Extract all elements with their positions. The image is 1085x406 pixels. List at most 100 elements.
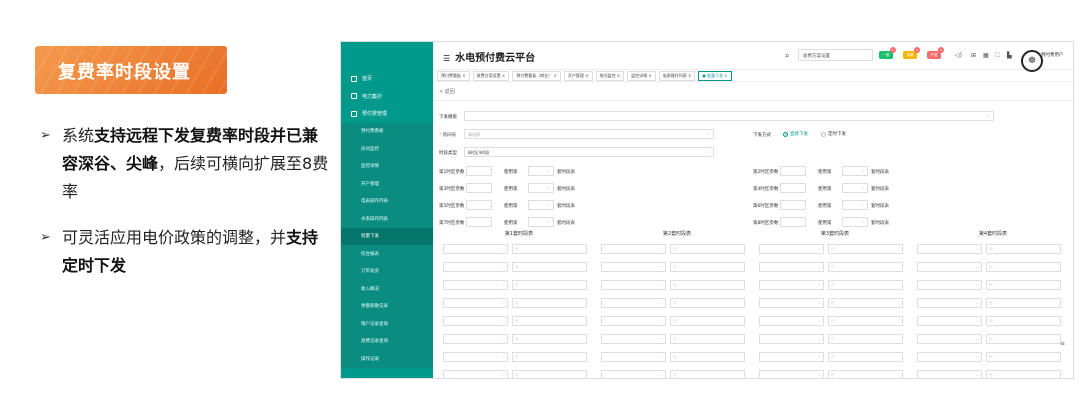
room-select[interactable]: 请选择 ⌵ [464, 129, 714, 139]
time-select[interactable]: ⌵ [601, 244, 666, 254]
zone-param-input[interactable] [466, 183, 492, 193]
time-input[interactable]: ◷ [512, 352, 587, 362]
sidebar-subitem[interactable]: 收入概况 [341, 280, 433, 298]
sidebar-subitem[interactable]: 开户管理 [341, 175, 433, 193]
zone-table-select[interactable]: ⌵ [528, 217, 554, 227]
zone-table-select[interactable]: ⌵ [528, 166, 554, 176]
zone-param-input[interactable] [780, 217, 806, 227]
period-select[interactable]: 8时区4时段 ⌵ [464, 147, 714, 157]
time-input[interactable]: ◷ [828, 352, 903, 362]
sidebar-subitem[interactable]: 水表操作列表 [341, 210, 433, 228]
time-input[interactable]: ◷ [512, 316, 587, 326]
template-select[interactable]: ⌵ [464, 111, 994, 121]
time-select[interactable]: ⌵ [601, 334, 666, 344]
time-select[interactable]: ⌵ [917, 334, 982, 344]
time-select[interactable]: ⌵ [917, 316, 982, 326]
time-input[interactable]: ◷ [828, 262, 903, 272]
zone-table-select[interactable]: ⌵ [842, 217, 868, 227]
time-input[interactable]: ◷ [670, 352, 745, 362]
zone-param-input[interactable] [466, 200, 492, 210]
menu-icon[interactable]: ☰ [443, 54, 450, 63]
time-select[interactable]: ⌵ [601, 298, 666, 308]
time-select[interactable]: ⌵ [601, 352, 666, 362]
time-select[interactable]: ⌵ [917, 352, 982, 362]
time-input[interactable]: ◷ [828, 316, 903, 326]
translate-icon[interactable]: ▙ [1007, 52, 1012, 59]
time-select[interactable]: ⌵ [443, 280, 508, 290]
radio-timed[interactable]: 定时下发 [821, 131, 846, 137]
time-input[interactable]: ◷ [670, 280, 745, 290]
sound-icon[interactable]: ◁) [955, 52, 962, 59]
sidebar-subitem[interactable]: 预付费看板 [341, 122, 433, 140]
time-input[interactable]: ◷ [986, 316, 1061, 326]
time-input[interactable]: ◷ [986, 352, 1061, 362]
menu-lines-icon[interactable]: ≡ [1060, 340, 1065, 347]
time-input[interactable]: ◷ [512, 280, 587, 290]
user-name[interactable]: 预付费用户 [1041, 52, 1064, 58]
sidebar-subitem[interactable]: 批量下发 [341, 227, 433, 245]
time-input[interactable]: ◷ [828, 280, 903, 290]
time-select[interactable]: ⌵ [759, 334, 824, 344]
tab-item[interactable]: 预付费看板（商业） × [512, 70, 561, 81]
time-select[interactable]: ⌵ [443, 262, 508, 272]
time-input[interactable]: ◷ [986, 334, 1061, 344]
qr-icon[interactable]: ▦ [983, 52, 989, 59]
tab-item[interactable]: 监控详情 × [627, 70, 656, 81]
zone-table-select[interactable]: ⌵ [528, 183, 554, 193]
time-select[interactable]: ⌵ [443, 298, 508, 308]
sidebar-subitem[interactable]: 综合报表 [341, 245, 433, 263]
time-input[interactable]: ◷ [986, 370, 1061, 378]
sidebar-subitem[interactable]: 电表操作列表 [341, 192, 433, 210]
zone-table-select[interactable]: ⌵ [842, 166, 868, 176]
time-select[interactable]: ⌵ [601, 316, 666, 326]
sidebar-item-home[interactable]: 首页 [341, 70, 433, 88]
time-input[interactable]: ◷ [512, 262, 587, 272]
fullscreen-icon[interactable]: ⛶ [995, 52, 999, 60]
zone-table-select[interactable]: ⌵ [528, 200, 554, 210]
time-input[interactable]: ◷ [986, 280, 1061, 290]
time-select[interactable]: ⌵ [759, 280, 824, 290]
grid-icon[interactable]: ⊞ [971, 52, 976, 59]
time-input[interactable]: ◷ [986, 244, 1061, 254]
time-input[interactable]: ◷ [512, 244, 587, 254]
time-input[interactable]: ◷ [828, 370, 903, 378]
zone-param-input[interactable] [780, 166, 806, 176]
time-select[interactable]: ⌵ [443, 370, 508, 378]
time-input[interactable]: ◷ [986, 298, 1061, 308]
sidebar-subitem[interactable]: 监控详情 [341, 157, 433, 175]
time-select[interactable]: ⌵ [917, 262, 982, 272]
sidebar-subitem[interactable]: 操作记录 [341, 350, 433, 368]
time-select[interactable]: ⌵ [917, 280, 982, 290]
time-select[interactable]: ⌵ [917, 370, 982, 378]
time-select[interactable]: ⌵ [443, 352, 508, 362]
time-input[interactable]: ◷ [670, 262, 745, 272]
time-select[interactable]: ⌵ [601, 262, 666, 272]
zone-param-input[interactable] [780, 200, 806, 210]
time-select[interactable]: ⌵ [759, 298, 824, 308]
sidebar-item-power[interactable]: 电力集抄 [341, 88, 433, 106]
sidebar-subitem[interactable]: 订单总览 [341, 262, 433, 280]
time-select[interactable]: ⌵ [759, 262, 824, 272]
alarm-badge[interactable]: 严重 3 [927, 47, 944, 59]
time-select[interactable]: ⌵ [443, 334, 508, 344]
tab-item[interactable]: 预付费看板 × [437, 70, 470, 81]
sidebar-item-prepay[interactable]: 预付费管理 [341, 105, 433, 123]
time-input[interactable]: ◷ [512, 334, 587, 344]
time-input[interactable]: ◷ [670, 244, 745, 254]
time-select[interactable]: ⌵ [601, 370, 666, 378]
time-select[interactable]: ⌵ [759, 244, 824, 254]
back-link[interactable]: < 返回 [439, 88, 455, 95]
time-select[interactable]: ⌵ [759, 316, 824, 326]
time-select[interactable]: ⌵ [759, 352, 824, 362]
tab-item[interactable]: 收费方案设置 × [472, 70, 510, 81]
time-input[interactable]: ◷ [670, 316, 745, 326]
zone-param-input[interactable] [466, 217, 492, 227]
time-input[interactable]: ◷ [670, 334, 745, 344]
time-input[interactable]: ◷ [512, 370, 587, 378]
zone-param-input[interactable] [466, 166, 492, 176]
time-input[interactable]: ◷ [670, 298, 745, 308]
time-select[interactable]: ⌵ [443, 244, 508, 254]
time-select[interactable]: ⌵ [917, 298, 982, 308]
tab-item[interactable]: 房间监控 × [595, 70, 625, 81]
tab-item[interactable]: 电表操作列表 × [658, 70, 696, 81]
